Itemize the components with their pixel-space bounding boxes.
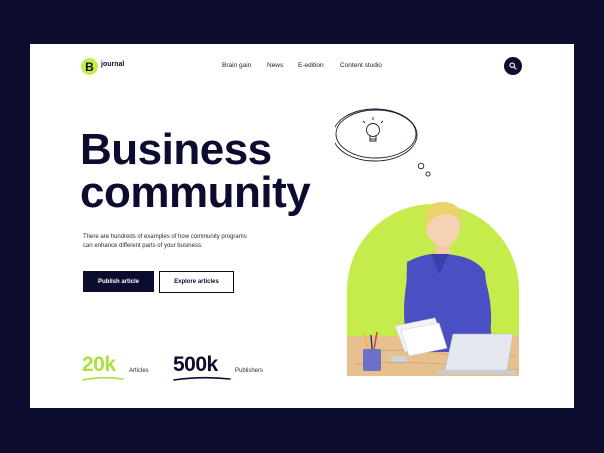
hero-illustration (335, 108, 519, 376)
stat-articles-value: 20k (82, 353, 116, 376)
underline-swoosh (173, 376, 231, 381)
search-icon (509, 62, 517, 70)
stat-articles-label: Articles (129, 368, 149, 374)
stat-publishers-label: Publishers (235, 368, 264, 374)
nav-item-content-studio[interactable]: Content studio (340, 62, 382, 69)
pencil-cup (363, 349, 381, 371)
hero-title-line-2: community (80, 168, 311, 217)
nav-item-brain-gain[interactable]: Brain gain (222, 62, 251, 69)
landing-card: B journal Brain gain News E-edition Cont… (30, 44, 574, 408)
lightbulb-icon (362, 117, 384, 142)
hero-description: There are hundreds of examples of how co… (83, 234, 247, 249)
phone (391, 356, 407, 362)
logo-badge[interactable]: B (81, 58, 98, 75)
hero-title-line-1: Business (80, 125, 272, 174)
publish-article-button[interactable]: Publish article (83, 271, 154, 292)
logo-text[interactable]: journal (101, 61, 124, 68)
laptop (444, 333, 514, 371)
nav-item-news[interactable]: News (267, 62, 283, 69)
explore-articles-button[interactable]: Explore articles (159, 271, 234, 293)
hero-title: Business community (80, 125, 311, 217)
stat-publishers-value: 500k (173, 353, 218, 376)
search-button[interactable] (504, 57, 522, 75)
underline-swoosh (82, 376, 124, 381)
thought-bubble (335, 108, 431, 177)
nav-item-e-edition[interactable]: E-edition (298, 62, 324, 69)
